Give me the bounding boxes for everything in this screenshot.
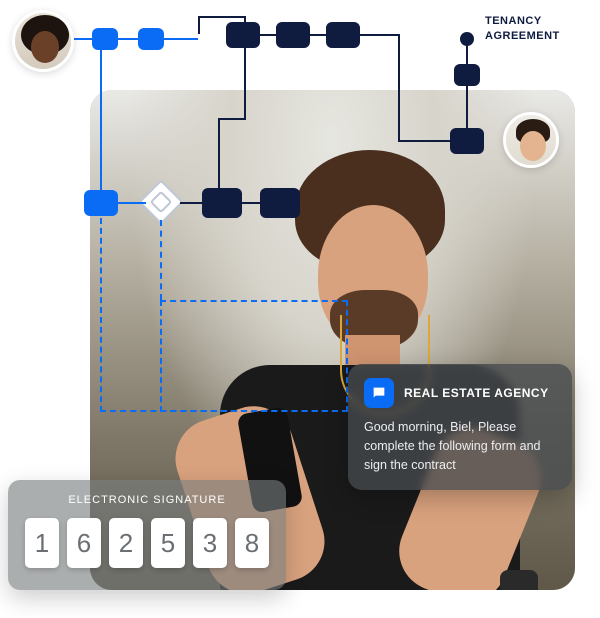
signature-digit: 3: [193, 518, 227, 568]
flow-node: [92, 28, 118, 50]
flow-node: [450, 128, 484, 154]
signature-digit: 5: [151, 518, 185, 568]
avatar-user-2: [503, 112, 559, 168]
notification-card: REAL ESTATE AGENCY Good morning, Biel, P…: [348, 364, 572, 490]
flow-node: [260, 188, 300, 218]
flow-node: [84, 190, 118, 216]
signature-digit: 1: [25, 518, 59, 568]
flow-node: [226, 22, 260, 48]
flow-node: [326, 22, 360, 48]
signature-panel: ELECTRONIC SIGNATURE 1 6 2 5 3 8: [8, 480, 286, 590]
diagram-canvas: TENANCY AGREEMENT: [0, 0, 600, 618]
tenancy-line-2: AGREEMENT: [485, 29, 560, 44]
chat-icon: [364, 378, 394, 408]
tenancy-label: TENANCY AGREEMENT: [485, 14, 560, 44]
notification-message: Good morning, Biel, Please complete the …: [364, 418, 556, 474]
flow-node: [138, 28, 164, 50]
notification-sender: REAL ESTATE AGENCY: [404, 386, 549, 400]
flow-node: [454, 64, 480, 86]
signature-label: ELECTRONIC SIGNATURE: [24, 494, 270, 506]
signature-digit: 6: [67, 518, 101, 568]
signature-digits: 1 6 2 5 3 8: [24, 518, 270, 568]
flow-node: [202, 188, 242, 218]
flow-node: [276, 22, 310, 48]
signature-digit: 8: [235, 518, 269, 568]
avatar-user-1: [12, 10, 74, 72]
signature-digit: 2: [109, 518, 143, 568]
smartwatch: [500, 570, 538, 590]
tenancy-line-1: TENANCY: [485, 14, 560, 29]
